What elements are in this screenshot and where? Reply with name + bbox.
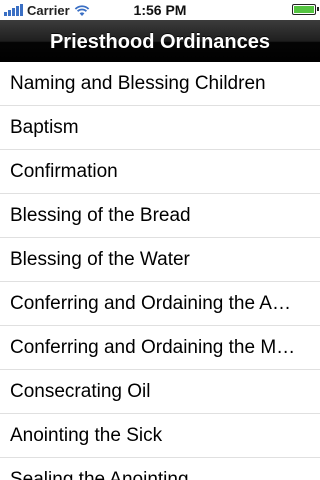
status-time: 1:56 PM xyxy=(133,2,187,18)
list-item[interactable]: Sealing the Anointing xyxy=(0,458,320,480)
list-item[interactable]: Conferring and Ordaining the Melchizedek… xyxy=(0,326,320,370)
list-item[interactable]: Baptism xyxy=(0,106,320,150)
status-bar: Carrier 1:56 PM xyxy=(0,0,320,20)
list-item[interactable]: Confirmation xyxy=(0,150,320,194)
ordinance-list[interactable]: Naming and Blessing Children Baptism Con… xyxy=(0,62,320,480)
list-item[interactable]: Conferring and Ordaining the Aaronic Pri… xyxy=(0,282,320,326)
list-item[interactable]: Anointing the Sick xyxy=(0,414,320,458)
list-item[interactable]: Blessing of the Bread xyxy=(0,194,320,238)
battery-fill xyxy=(294,6,314,13)
list-item[interactable]: Blessing of the Water xyxy=(0,238,320,282)
battery-icon xyxy=(292,4,319,15)
navigation-bar: Priesthood Ordinances xyxy=(0,20,320,64)
list-item[interactable]: Consecrating Oil xyxy=(0,370,320,414)
list-item[interactable]: Naming and Blessing Children xyxy=(0,62,320,106)
page-title: Priesthood Ordinances xyxy=(49,31,271,53)
